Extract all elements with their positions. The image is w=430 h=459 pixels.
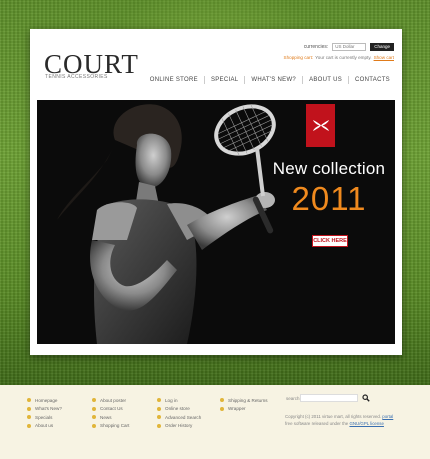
currency-label: currencies: bbox=[303, 44, 329, 50]
bullet-icon bbox=[157, 423, 161, 428]
cart-status: Your cart is currently empty. bbox=[315, 55, 372, 60]
footer-link[interactable]: Log in bbox=[157, 396, 201, 405]
banner-headline: New collection bbox=[272, 159, 386, 178]
bullet-icon bbox=[27, 406, 31, 411]
bullet-icon bbox=[92, 423, 96, 428]
bullet-icon bbox=[27, 415, 31, 420]
bullet-icon bbox=[157, 415, 161, 420]
bullet-icon bbox=[92, 415, 96, 420]
change-currency-button[interactable]: Change bbox=[370, 43, 394, 51]
main-nav: ONLINE STORE SPECIAL WHAT'S NEW? ABOUT U… bbox=[144, 76, 396, 84]
currency-select[interactable]: US Dollar bbox=[332, 43, 367, 51]
bullet-icon bbox=[220, 398, 224, 403]
bullet-icon bbox=[157, 406, 161, 411]
footer-column-1: Homepage What's New? Specials About us bbox=[27, 396, 62, 430]
bullet-icon bbox=[27, 423, 31, 428]
nav-about-us[interactable]: ABOUT US bbox=[303, 77, 348, 83]
footer-column-2: About poster Contact Us News Shopping Ca… bbox=[92, 396, 129, 430]
nav-contacts[interactable]: CONTACTS bbox=[349, 77, 396, 83]
copyright-text: Copyright (c) 2011 virtue mart, all righ… bbox=[285, 414, 394, 426]
footer-column-4: Shipping & Returns Wrapper bbox=[220, 396, 268, 413]
cart-summary: Shopping cart: Your cart is currently em… bbox=[284, 55, 394, 60]
currency-switcher: currencies: US Dollar Change bbox=[304, 43, 394, 51]
footer-link[interactable]: Wrapper bbox=[220, 405, 268, 414]
cart-title: Shopping cart: bbox=[283, 55, 314, 60]
license-link[interactable]: GNU/GPL license bbox=[349, 421, 384, 426]
bullet-icon bbox=[157, 398, 161, 403]
nav-online-store[interactable]: ONLINE STORE bbox=[144, 77, 204, 83]
nav-whats-new[interactable]: WHAT'S NEW? bbox=[245, 77, 302, 83]
bullet-icon bbox=[92, 406, 96, 411]
show-cart-link[interactable]: Show cart bbox=[374, 55, 394, 60]
bullet-icon bbox=[27, 398, 31, 403]
footer: Homepage What's New? Specials About us A… bbox=[0, 385, 430, 459]
search-input[interactable] bbox=[300, 394, 358, 402]
hero-banner[interactable]: New collection 2011 CLICK HERE bbox=[37, 100, 395, 344]
click-here-button[interactable]: CLICK HERE bbox=[312, 235, 348, 247]
footer-link[interactable]: Shipping & Returns bbox=[220, 396, 268, 405]
under-armour-logo-icon bbox=[306, 104, 335, 147]
search-label: search bbox=[286, 396, 300, 401]
page-card: COURT TENNIS ACCESSORIES currencies: US … bbox=[30, 29, 402, 355]
footer-link[interactable]: What's New? bbox=[27, 405, 62, 414]
search-icon[interactable] bbox=[362, 394, 370, 402]
footer-link[interactable]: About us bbox=[27, 422, 62, 431]
bullet-icon bbox=[220, 406, 224, 411]
footer-link[interactable]: Contact Us bbox=[92, 405, 129, 414]
footer-link[interactable]: News bbox=[92, 413, 129, 422]
tennis-player-image bbox=[57, 104, 276, 344]
nav-special[interactable]: SPECIAL bbox=[205, 77, 244, 83]
footer-link[interactable]: Shopping Cart bbox=[92, 422, 129, 431]
footer-link[interactable]: Advanced Search bbox=[157, 413, 201, 422]
footer-link[interactable]: Homepage bbox=[27, 396, 62, 405]
footer-link[interactable]: Online store bbox=[157, 405, 201, 414]
footer-link[interactable]: Order History bbox=[157, 422, 201, 431]
banner-year: 2011 bbox=[291, 180, 367, 217]
footer-link[interactable]: Specials bbox=[27, 413, 62, 422]
footer-link[interactable]: About poster bbox=[92, 396, 129, 405]
footer-column-3: Log in Online store Advanced Search Orde… bbox=[157, 396, 201, 430]
bullet-icon bbox=[92, 398, 96, 403]
portal-link[interactable]: portal bbox=[382, 414, 393, 419]
site-tagline: TENNIS ACCESSORIES bbox=[45, 74, 108, 80]
